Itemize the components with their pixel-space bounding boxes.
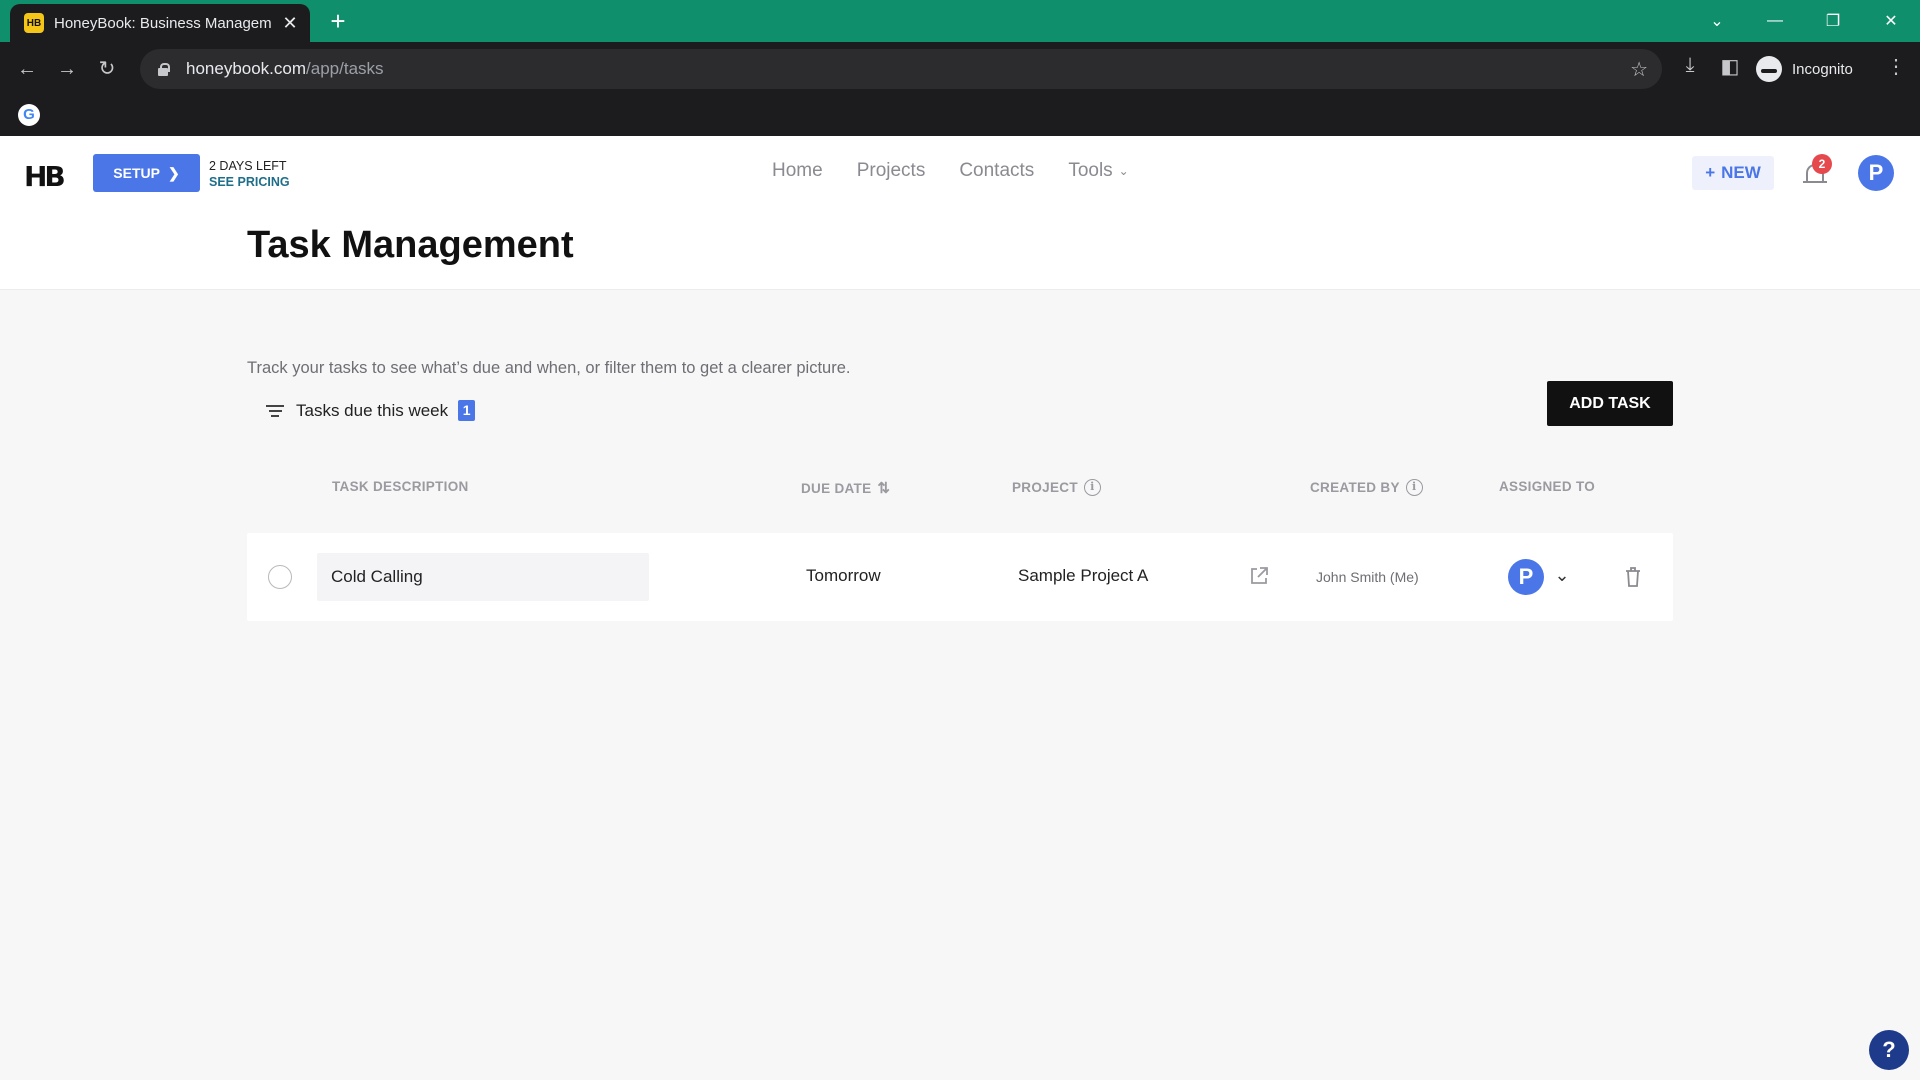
column-header-created-by: CREATED BY i [1310, 479, 1423, 496]
user-avatar[interactable]: P [1858, 155, 1894, 191]
close-window-icon[interactable]: ✕ [1862, 11, 1920, 31]
column-header-description: TASK DESCRIPTION [332, 479, 469, 494]
new-tab-button[interactable]: + [324, 7, 352, 35]
bookmarks-bar: G [0, 96, 1920, 136]
nav-home[interactable]: Home [772, 160, 823, 182]
nav-projects[interactable]: Projects [857, 160, 926, 182]
app-header: HB SETUP ❯ 2 DAYS LEFT SEE PRICING Home … [0, 136, 1920, 290]
sort-icon[interactable]: ⇅ [877, 479, 890, 497]
external-link-icon[interactable] [1249, 566, 1269, 586]
task-description-input[interactable]: Cold Calling [317, 553, 649, 601]
assignee-avatar[interactable]: P [1508, 559, 1544, 595]
honeybook-favicon-icon: HB [24, 13, 44, 33]
incognito-icon [1756, 56, 1782, 82]
browser-menu-icon[interactable]: ⋮ [1886, 54, 1906, 79]
side-panel-icon[interactable]: ◧ [1716, 54, 1744, 79]
honeybook-logo[interactable]: HB [24, 160, 66, 193]
nav-tools-label: Tools [1068, 160, 1113, 181]
nav-contacts[interactable]: Contacts [959, 160, 1034, 182]
main-nav: Home Projects Contacts Tools ⌄ [772, 160, 1129, 182]
page-title: Task Management [247, 224, 574, 266]
trash-icon[interactable] [1623, 566, 1643, 588]
filter-count-badge: 1 [458, 400, 476, 421]
url-path: /app/tasks [306, 59, 384, 78]
address-bar[interactable]: honeybook.com /app/tasks ☆ [140, 49, 1662, 89]
forward-icon[interactable]: → [52, 54, 82, 84]
notification-count-badge: 2 [1812, 154, 1832, 174]
chevron-down-icon[interactable]: ⌄ [1550, 560, 1574, 590]
back-icon[interactable]: ← [12, 54, 42, 84]
info-icon[interactable]: i [1083, 479, 1101, 496]
task-filter[interactable]: Tasks due this week 1 [266, 400, 476, 421]
trial-days-left: 2 DAYS LEFT [209, 159, 287, 173]
add-task-button[interactable]: ADD TASK [1547, 381, 1673, 426]
complete-task-checkbox[interactable] [268, 565, 292, 589]
setup-label: SETUP [113, 165, 160, 181]
window-controls: ⌄ — ❐ ✕ [1688, 0, 1920, 42]
new-button[interactable]: + NEW [1692, 156, 1774, 190]
column-header-assigned-to: ASSIGNED TO [1499, 479, 1595, 494]
setup-button[interactable]: SETUP ❯ [93, 154, 200, 192]
trial-info: 2 DAYS LEFT SEE PRICING [209, 158, 290, 190]
help-button[interactable]: ? [1869, 1030, 1909, 1070]
google-icon[interactable]: G [18, 104, 40, 126]
column-header-project: PROJECT i [1012, 479, 1101, 496]
column-header-created-by-label: CREATED BY [1310, 480, 1400, 495]
task-created-by: John Smith (Me) [1316, 569, 1419, 585]
column-header-description-label: TASK DESCRIPTION [332, 479, 469, 494]
reload-icon[interactable]: ↻ [92, 54, 122, 84]
plus-icon: + [1705, 163, 1716, 182]
task-project[interactable]: Sample Project A [1018, 566, 1148, 586]
browser-tab[interactable]: HB HoneyBook: Business Managem ✕ [10, 4, 310, 42]
column-header-due-date-label: DUE DATE [801, 480, 872, 496]
tab-search-icon[interactable]: ⌄ [1688, 11, 1746, 31]
column-header-project-label: PROJECT [1012, 480, 1078, 495]
incognito-label: Incognito [1792, 60, 1853, 78]
column-header-due-date[interactable]: DUE DATE ⇅ [801, 479, 890, 497]
url-host: honeybook.com [186, 59, 307, 78]
info-icon[interactable]: i [1405, 479, 1423, 496]
lock-icon [156, 62, 170, 76]
filter-icon [266, 404, 284, 417]
see-pricing-link[interactable]: SEE PRICING [209, 174, 290, 190]
bookmark-star-icon[interactable]: ☆ [1630, 57, 1648, 82]
restore-icon[interactable]: ❐ [1804, 11, 1862, 31]
close-tab-icon[interactable]: ✕ [280, 13, 300, 34]
task-due-date[interactable]: Tomorrow [806, 566, 881, 586]
column-header-assigned-to-label: ASSIGNED TO [1499, 479, 1596, 494]
tab-title: HoneyBook: Business Managem [54, 14, 272, 32]
filter-label: Tasks due this week [296, 400, 449, 420]
chevron-right-icon: ❯ [167, 164, 180, 181]
incognito-profile[interactable]: Incognito [1756, 52, 1853, 86]
table-row: Cold Calling Tomorrow Sample Project A J… [247, 533, 1673, 621]
chevron-down-icon: ⌄ [1118, 164, 1129, 178]
nav-tools[interactable]: Tools ⌄ [1068, 160, 1128, 182]
browser-toolbar: ← → ↻ honeybook.com /app/tasks ☆ ⤓ ◧ Inc… [0, 42, 1920, 96]
page-intro-text: Track your tasks to see what’s due and w… [247, 359, 851, 377]
download-icon[interactable]: ⤓ [1676, 54, 1704, 77]
browser-tab-strip: HB HoneyBook: Business Managem ✕ + ⌄ — ❐… [0, 0, 1920, 42]
new-label: NEW [1721, 163, 1761, 182]
minimize-icon[interactable]: — [1746, 12, 1804, 30]
